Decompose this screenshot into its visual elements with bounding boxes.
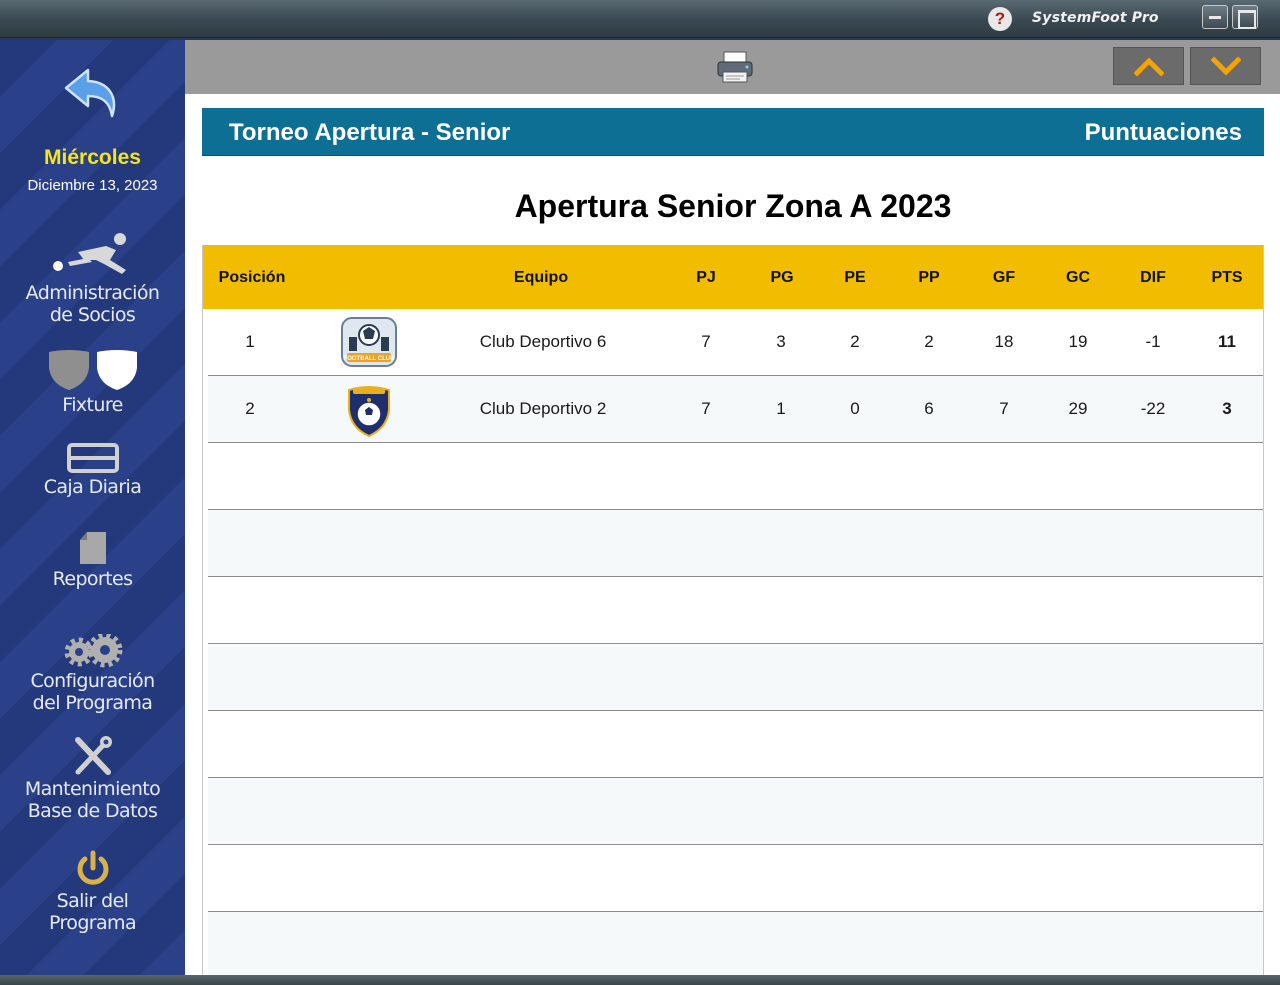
nav-label-line1: Mantenimiento <box>24 778 161 800</box>
table-header: Posición Equipo PJ PG PE PP GF GC DIF PT… <box>203 245 1263 309</box>
nav-label-line2: Programa <box>48 912 137 934</box>
nav-fixture[interactable]: Fixture <box>0 350 185 416</box>
soccer-player-icon <box>52 233 126 274</box>
shield-ball-badge-icon <box>348 386 390 438</box>
header-pts[interactable]: PTS <box>1207 269 1247 287</box>
window-title-bar: ? SystemFoot Pro <box>0 0 1280 38</box>
cell-pts: 11 <box>1218 332 1236 351</box>
nav-label-line1: Reportes <box>52 568 133 590</box>
tools-icon <box>74 736 112 775</box>
empty-table-row <box>208 577 1263 644</box>
cell-dif: -1 <box>1145 332 1161 351</box>
empty-table-row <box>208 912 1263 975</box>
empty-table-row <box>208 644 1263 711</box>
header-equipo[interactable]: Equipo <box>493 269 589 287</box>
shields-icon <box>48 350 137 390</box>
nav-label-line1: Fixture <box>62 394 123 416</box>
maximize-button[interactable] <box>1232 5 1258 29</box>
power-icon <box>77 850 108 885</box>
gears-icon <box>64 634 122 668</box>
app-title: SystemFoot Pro <box>1032 10 1159 26</box>
empty-table-row <box>208 711 1263 778</box>
cell-dif: -22 <box>1140 399 1166 418</box>
header-pp[interactable]: PP <box>909 269 949 287</box>
standings-table: Posición Equipo PJ PG PE PP GF GC DIF PT… <box>202 245 1264 975</box>
nav-label-line2: de Socios <box>49 304 136 326</box>
nav-label-line1: Salir del <box>56 890 129 912</box>
cell-posicion: 1 <box>245 332 255 351</box>
nav-configuracion[interactable]: Configuración del Programa <box>0 634 185 714</box>
printer-icon[interactable] <box>715 50 755 86</box>
section-name: Puntuaciones <box>1084 119 1242 146</box>
cell-gc: 19 <box>1068 332 1088 351</box>
status-bar <box>0 975 1280 985</box>
help-icon[interactable]: ? <box>988 7 1012 31</box>
empty-table-row <box>208 778 1263 845</box>
zone-title: Apertura Senior Zona A 2023 <box>514 188 952 224</box>
header-posicion[interactable]: Posición <box>217 269 287 287</box>
cell-pg: 3 <box>776 332 786 351</box>
toolbar <box>185 40 1280 94</box>
header-pj[interactable]: PJ <box>686 269 726 287</box>
back-arrow-icon[interactable] <box>62 66 122 122</box>
nav-label-line1: Administración <box>25 282 160 304</box>
nav-label-line2: Base de Datos <box>27 800 158 822</box>
header-pe[interactable]: PE <box>835 269 875 287</box>
nav-mantenimiento[interactable]: Mantenimiento Base de Datos <box>0 736 185 822</box>
empty-table-row <box>208 510 1263 577</box>
cell-pg: 1 <box>776 399 786 418</box>
header-pg[interactable]: PG <box>762 269 802 287</box>
scroll-down-button[interactable] <box>1190 47 1261 85</box>
cell-pj: 7 <box>701 332 711 351</box>
nav-salir[interactable]: Salir del Programa <box>0 850 185 934</box>
current-date: Diciembre 13, 2023 <box>27 177 158 194</box>
sidebar: Miércoles Diciembre 13, 2023 Administrac… <box>0 40 185 975</box>
cell-posicion: 2 <box>245 399 255 418</box>
nav-label-line1: Configuración <box>30 670 155 692</box>
empty-table-row <box>208 845 1263 912</box>
cell-pe: 2 <box>850 332 860 351</box>
cell-pj: 7 <box>701 399 711 418</box>
cell-equipo: Club Deportivo 6 <box>479 332 607 351</box>
cell-gf: 7 <box>999 399 1009 418</box>
header-gf[interactable]: GF <box>984 269 1024 287</box>
empty-table-row <box>208 443 1263 510</box>
chevron-up-icon <box>1134 57 1164 77</box>
document-icon <box>79 532 106 564</box>
nav-label-line1: Caja Diaria <box>43 476 142 498</box>
chevron-down-icon <box>1211 56 1241 76</box>
football-club-badge-icon: FOOTBALL CLUB <box>341 317 397 367</box>
cell-equipo: Club Deportivo 2 <box>479 399 607 418</box>
cell-pp: 2 <box>924 332 934 351</box>
header-gc[interactable]: GC <box>1058 269 1098 287</box>
cell-gc: 29 <box>1068 399 1088 418</box>
cell-pe: 0 <box>850 399 860 418</box>
tournament-name: Torneo Apertura - Senior <box>229 119 511 146</box>
tournament-banner: Torneo Apertura - Senior Puntuaciones <box>202 108 1264 156</box>
svg-text:FOOTBALL CLUB: FOOTBALL CLUB <box>344 356 396 362</box>
nav-reportes[interactable]: Reportes <box>0 530 185 590</box>
cash-register-icon <box>66 443 119 473</box>
table-row[interactable]: 1 FOOTBALL CLUB Club Deportivo 6 7 3 2 2… <box>208 309 1263 376</box>
cell-pts: 3 <box>1222 399 1232 418</box>
nav-label-line2: del Programa <box>32 692 153 714</box>
header-dif[interactable]: DIF <box>1133 269 1173 287</box>
cell-gf: 18 <box>994 332 1014 351</box>
current-day: Miércoles <box>44 146 141 169</box>
scroll-up-button[interactable] <box>1113 47 1184 85</box>
main-content: Torneo Apertura - Senior Puntuaciones Ap… <box>185 94 1280 975</box>
table-row[interactable]: 2 Club Deportivo 2 7 1 0 6 7 29 -22 3 <box>208 376 1263 443</box>
nav-caja-diaria[interactable]: Caja Diaria <box>0 442 185 498</box>
minimize-button[interactable] <box>1202 5 1228 29</box>
cell-pp: 6 <box>924 399 934 418</box>
nav-administracion-socios[interactable]: Administración de Socios <box>0 230 185 326</box>
